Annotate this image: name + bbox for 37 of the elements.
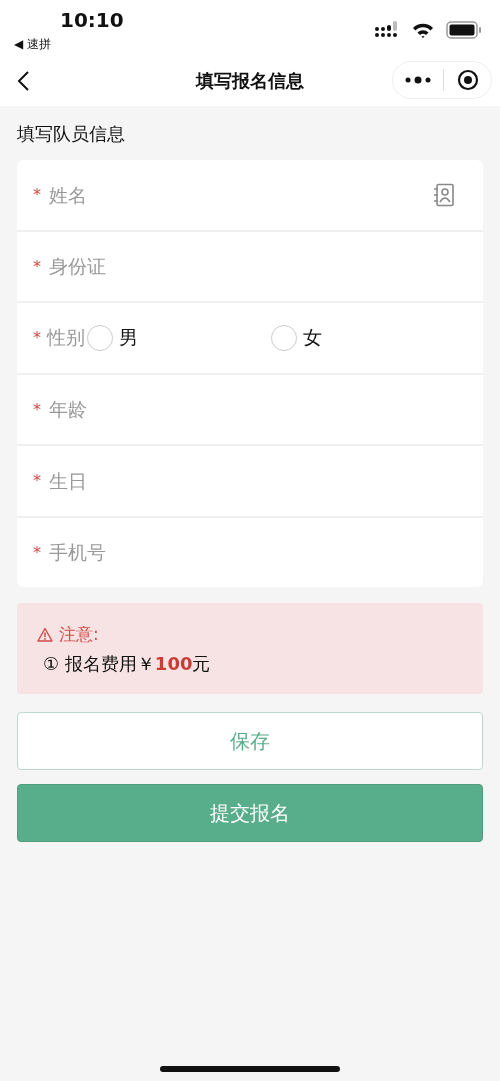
radio-option[interactable]: 男 (87, 324, 271, 351)
contact-card-icon[interactable] (433, 182, 455, 207)
input-field[interactable]: 姓名 (47, 182, 433, 207)
required-mark: * (33, 185, 41, 205)
required-mark: * (33, 471, 41, 491)
required-mark: * (33, 542, 41, 562)
required-mark: * (33, 256, 41, 276)
field-label: 性别 (47, 324, 86, 350)
back-to-app-link[interactable]: ◀ 速拼 (14, 36, 124, 53)
option-label: 女 (303, 324, 322, 350)
input-field[interactable]: 身份证 (47, 254, 455, 279)
form-field[interactable]: * 年龄 (17, 374, 483, 444)
close-miniapp-icon[interactable] (456, 69, 479, 91)
input-field[interactable]: 年龄 (47, 397, 455, 422)
form-field[interactable]: * 身份证 (17, 231, 483, 301)
notice-title: 注意: (59, 623, 99, 646)
wifi-icon (412, 21, 434, 39)
notice-item: ① 报名费用￥100元 (42, 652, 212, 676)
battery-icon (446, 21, 482, 39)
required-mark: * (33, 328, 41, 348)
submit-button[interactable]: 提交报名 (17, 784, 483, 842)
status-time: 10:10 (60, 8, 124, 32)
input-field[interactable]: 生日 (47, 468, 455, 493)
back-icon[interactable] (16, 70, 30, 92)
signal-icon (374, 21, 400, 39)
section-title: 填写队员信息 (17, 122, 126, 146)
required-mark: * (33, 399, 41, 419)
page-title: 填写报名信息 (196, 69, 304, 93)
save-button[interactable]: 保存 (17, 712, 483, 770)
more-icon[interactable] (405, 76, 432, 84)
radio-option[interactable]: 女 (271, 324, 455, 351)
option-label: 男 (119, 324, 138, 350)
input-field[interactable]: 手机号 (47, 540, 455, 565)
form-field[interactable]: * 姓名 (17, 160, 483, 230)
form-field[interactable]: * 手机号 (17, 517, 483, 587)
warning-icon (37, 627, 53, 642)
form-field[interactable]: * 生日 (17, 446, 483, 516)
